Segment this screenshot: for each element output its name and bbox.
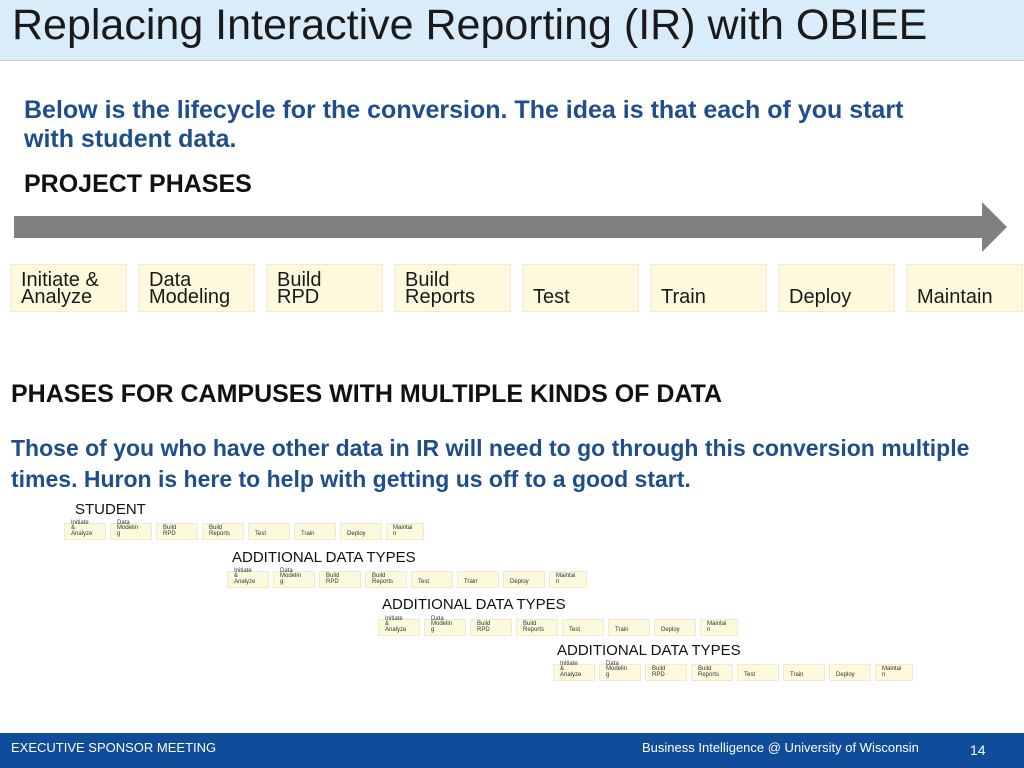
mini-phase-box: Maintai n (549, 571, 587, 588)
mini-phase-box: Test (562, 619, 604, 636)
mini-phase-label: Deploy (347, 530, 366, 537)
mini-phase-box: Data Modelin g (424, 615, 466, 636)
phase-box-build-reports: Build Reports (394, 264, 511, 312)
mini-phase-box: Build Reports (516, 619, 558, 636)
phase-box-maintain: Maintain (906, 264, 1023, 312)
phase-box-train: Train (650, 264, 767, 312)
intro-text: Below is the lifecycle for the conversio… (24, 96, 904, 153)
mini-phase-label: Initiate & Analyze (385, 615, 407, 633)
mini-phase-label: Build RPD (163, 525, 177, 537)
mini-phase-label: Maintai n (882, 666, 902, 678)
mini-phase-label: Train (301, 530, 315, 537)
mini-phase-box: Build Reports (365, 571, 407, 588)
mini-phase-box: Initiate & Analyze (227, 567, 269, 588)
mini-phase-box: Train (294, 523, 336, 540)
mini-phase-label: Test (418, 578, 430, 585)
phase-label: Build RPD (277, 269, 322, 308)
footer-bar: EXECUTIVE SPONSOR MEETING Business Intel… (0, 733, 1024, 768)
page-number: 14 (970, 742, 986, 758)
mini-phase-box: Initiate & Analyze (64, 519, 106, 540)
mini-phase-box: Build Reports (691, 664, 733, 681)
timeline-arrow (14, 202, 1007, 252)
mini-phase-box: Deploy (654, 619, 696, 636)
mini-phase-box: Initiate & Analyze (553, 660, 595, 681)
mini-phase-label: Build Reports (209, 525, 231, 537)
mini-phase-box: Train (457, 571, 499, 588)
mini-phase-box: Maintai n (875, 664, 913, 681)
phase-box-test: Test (522, 264, 639, 312)
mini-phase-label: Train (615, 626, 629, 633)
phase-box-initiate-analyze: Initiate & Analyze (10, 264, 127, 312)
mini-phase-label: Train (790, 671, 804, 678)
mini-phase-label: Deploy (661, 626, 680, 633)
mini-phase-label: Data Modelin g (431, 615, 453, 633)
footer-meeting-label: EXECUTIVE SPONSOR MEETING (11, 740, 217, 755)
mini-phase-label: Data Modelin g (280, 567, 302, 585)
mini-phase-box: Initiate & Analyze (378, 615, 420, 636)
row-label-additional-data-types: ADDITIONAL DATA TYPES (232, 549, 416, 566)
mini-phase-label: Deploy (510, 578, 529, 585)
mini-phase-box: Build RPD (470, 619, 512, 636)
mini-phase-label: Deploy (836, 671, 855, 678)
mini-phase-box: Data Modelin g (110, 519, 152, 540)
mini-phase-box: Maintai n (700, 619, 738, 636)
mini-phase-label: Test (255, 530, 267, 537)
mini-phase-box: Build RPD (319, 571, 361, 588)
multi-data-text: Those of you who have other data in IR w… (11, 435, 970, 492)
mini-phase-label: Train (464, 578, 478, 585)
mini-phase-box: Data Modelin g (273, 567, 315, 588)
mini-phase-label: Maintai n (707, 621, 727, 633)
row-label-additional-data-types: ADDITIONAL DATA TYPES (557, 642, 741, 659)
mini-phase-label: Build RPD (326, 573, 340, 585)
mini-phase-label: Test (569, 626, 581, 633)
mini-phase-label: Data Modelin g (606, 660, 628, 678)
mini-phase-box: Test (411, 571, 453, 588)
mini-phase-label: Initiate & Analyze (234, 567, 256, 585)
mini-phase-label: Test (744, 671, 756, 678)
footer-organization: Business Intelligence @ University of Wi… (642, 740, 919, 755)
mini-phase-box: Train (783, 664, 825, 681)
phase-label: Build Reports (405, 269, 476, 308)
mini-phase-label: Build Reports (372, 573, 394, 585)
slide-title: Replacing Interactive Reporting (IR) wit… (12, 1, 928, 49)
mini-phase-box: Train (608, 619, 650, 636)
mini-phase-label: Data Modelin g (117, 519, 139, 537)
mini-phase-box: Test (737, 664, 779, 681)
phase-label: Test (533, 286, 570, 308)
phase-box-build-rpd: Build RPD (266, 264, 383, 312)
phase-box-deploy: Deploy (778, 264, 895, 312)
project-phases-heading: PROJECT PHASES (24, 170, 252, 198)
phase-label: Train (661, 286, 706, 308)
multi-data-heading: PHASES FOR CAMPUSES WITH MULTIPLE KINDS … (11, 380, 723, 408)
mini-phase-box: Deploy (340, 523, 382, 540)
mini-phase-label: Build Reports (523, 621, 545, 633)
mini-phase-box: Test (248, 523, 290, 540)
row-label-student: STUDENT (75, 501, 146, 518)
mini-phase-box: Data Modelin g (599, 660, 641, 681)
phase-label: Initiate & Analyze (21, 269, 99, 308)
mini-phase-box: Build RPD (156, 523, 198, 540)
mini-phase-box: Build RPD (645, 664, 687, 681)
mini-phase-box: Maintai n (386, 523, 424, 540)
phase-label: Deploy (789, 286, 852, 308)
phase-label: Maintain (917, 286, 993, 308)
mini-phase-label: Maintai n (556, 573, 576, 585)
mini-phase-label: Initiate & Analyze (71, 519, 93, 537)
mini-phase-box: Deploy (829, 664, 871, 681)
mini-phase-box: Build Reports (202, 523, 244, 540)
mini-phase-label: Build RPD (477, 621, 491, 633)
title-bar: Replacing Interactive Reporting (IR) wit… (0, 0, 1024, 61)
mini-phase-label: Maintai n (393, 525, 413, 537)
phase-label: Data Modeling (149, 269, 231, 308)
row-label-additional-data-types: ADDITIONAL DATA TYPES (382, 596, 566, 613)
mini-phase-label: Build Reports (698, 666, 720, 678)
mini-phase-label: Build RPD (652, 666, 666, 678)
mini-phase-label: Initiate & Analyze (560, 660, 582, 678)
mini-phase-box: Deploy (503, 571, 545, 588)
phase-box-data-modeling: Data Modeling (138, 264, 255, 312)
